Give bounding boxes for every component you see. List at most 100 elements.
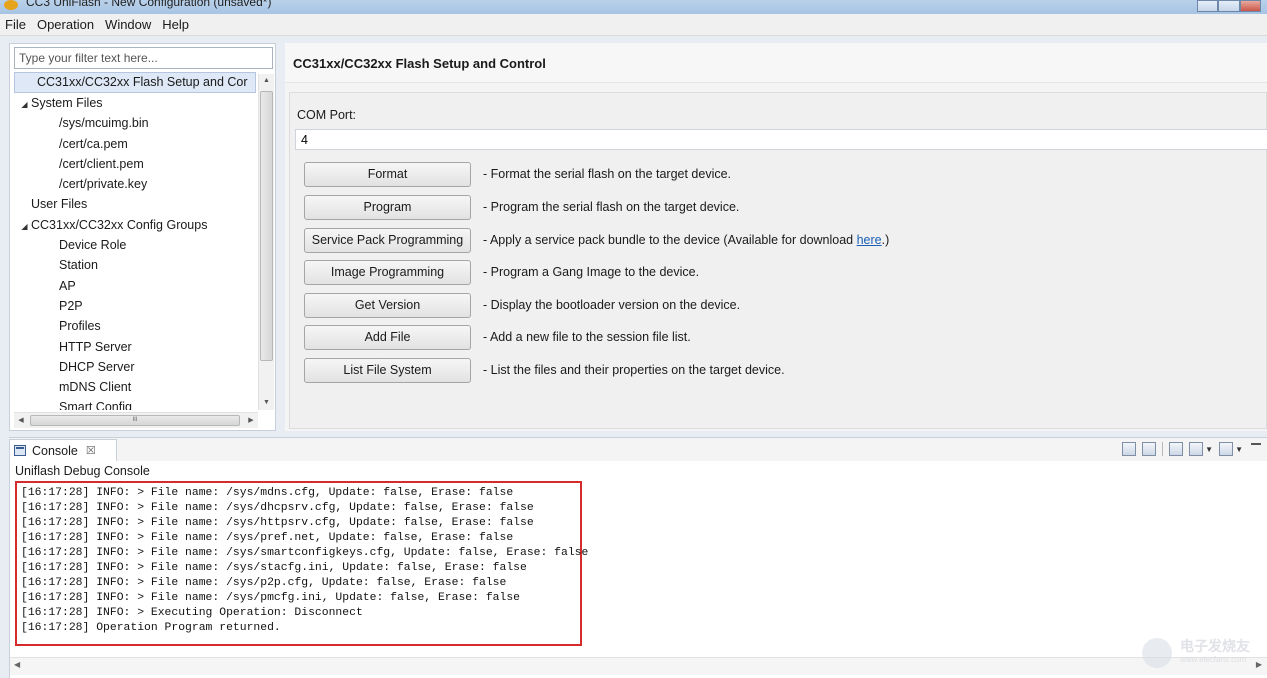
tree-item-mdns-client[interactable]: mDNS Client <box>14 377 256 397</box>
tree-item-flash-setup[interactable]: CC31xx/CC32xx Flash Setup and Cor <box>14 72 256 93</box>
scroll-lock-icon[interactable] <box>1142 442 1157 456</box>
watermark: 电子发烧友 www.elecfans.com <box>1142 636 1262 670</box>
action-row-program: Program - Program the serial flash on th… <box>304 195 1204 220</box>
tree-item-http-server[interactable]: HTTP Server <box>14 337 256 357</box>
tree-horizontal-scrollbar[interactable]: ◀ III ▶ <box>14 412 258 428</box>
action-description: - Program the serial flash on the target… <box>483 200 740 214</box>
action-description: - Program a Gang Image to the device. <box>483 265 700 279</box>
flash-control-group: COM Port: Format - Format the serial fla… <box>289 92 1267 429</box>
tree-item-p2p[interactable]: P2P <box>14 296 256 316</box>
log-line: [16:17:28] INFO: > Executing Operation: … <box>21 607 363 619</box>
tab-console[interactable]: Console ☒ <box>9 439 117 461</box>
page-title: CC31xx/CC32xx Flash Setup and Control <box>293 56 546 71</box>
tree-item-label: System Files <box>31 96 103 110</box>
display-console-icon[interactable] <box>1189 442 1204 456</box>
tree-item-smart-config[interactable]: Smart Config <box>14 397 256 410</box>
tree-item-device-role[interactable]: Device Role <box>14 235 256 255</box>
scroll-down-icon[interactable]: ▼ <box>259 396 274 410</box>
log-line: [16:17:28] INFO: > File name: /sys/p2p.c… <box>21 577 507 589</box>
close-tab-icon[interactable]: ☒ <box>86 444 96 457</box>
tree-item-user-files[interactable]: User Files <box>14 194 256 214</box>
watermark-text: 电子发烧友 <box>1180 638 1250 654</box>
tree-item-private-key[interactable]: /cert/private.key <box>14 174 256 194</box>
expanded-arrow-icon[interactable]: ◢ <box>18 217 31 237</box>
action-row-add-file: Add File - Add a new file to the session… <box>304 325 1204 350</box>
menu-window[interactable]: Window <box>105 17 151 32</box>
action-row-list-file-system: List File System - List the files and th… <box>304 358 1204 383</box>
action-description: - Add a new file to the session file lis… <box>483 330 691 344</box>
menu-operation[interactable]: Operation <box>37 17 94 32</box>
chevron-down-icon[interactable]: ▼ <box>1235 445 1243 454</box>
chevron-down-icon[interactable]: ▼ <box>1205 445 1213 454</box>
action-row-get-version: Get Version - Display the bootloader ver… <box>304 293 1204 318</box>
title-bar: CC3 UniFlash - New Configuration (unsave… <box>0 0 1267 14</box>
close-window-button[interactable] <box>1239 0 1261 12</box>
main-header: CC31xx/CC32xx Flash Setup and Control <box>285 43 1267 83</box>
main-panel: CC31xx/CC32xx Flash Setup and Control CO… <box>285 43 1267 431</box>
tree-vertical-scrollbar[interactable]: ▲ ▼ <box>258 74 274 410</box>
menu-file[interactable]: File <box>5 17 26 32</box>
tree-item-mcuimg[interactable]: /sys/mcuimg.bin <box>14 113 256 133</box>
action-description-text: - Apply a service pack bundle to the dev… <box>483 233 857 247</box>
tree-item-config-groups[interactable]: ◢ CC31xx/CC32xx Config Groups <box>14 215 256 235</box>
console-toolbar: ▼ ▼ <box>1116 442 1261 456</box>
window-title: CC3 UniFlash - New Configuration (unsave… <box>26 0 272 9</box>
tree-item-ca-pem[interactable]: /cert/ca.pem <box>14 134 256 154</box>
download-link[interactable]: here <box>857 233 882 247</box>
watermark-url: www.elecfans.com <box>1180 655 1247 664</box>
maximize-button[interactable] <box>1218 0 1240 12</box>
tree-item-client-pem[interactable]: /cert/client.pem <box>14 154 256 174</box>
format-button[interactable]: Format <box>304 162 471 187</box>
filter-input[interactable] <box>14 47 273 69</box>
clear-console-icon[interactable] <box>1122 442 1137 456</box>
app-icon <box>4 0 18 10</box>
tab-label: Console <box>32 443 78 458</box>
action-description: - Display the bootloader version on the … <box>483 298 741 312</box>
tree-item-label: CC31xx/CC32xx Flash Setup and Cor <box>37 75 248 89</box>
window-controls <box>1197 0 1261 12</box>
action-description: - List the files and their properties on… <box>483 363 785 377</box>
minimize-button[interactable] <box>1197 0 1219 12</box>
action-row-image-programming: Image Programming - Program a Gang Image… <box>304 260 1204 285</box>
action-description: - Apply a service pack bundle to the dev… <box>483 233 889 247</box>
program-button[interactable]: Program <box>304 195 471 220</box>
scroll-right-icon[interactable]: ▶ <box>244 413 258 428</box>
scroll-left-icon[interactable]: ◀ <box>14 413 28 428</box>
tree-item-dhcp-server[interactable]: DHCP Server <box>14 357 256 377</box>
navigation-panel: CC31xx/CC32xx Flash Setup and Cor ◢Syste… <box>9 43 276 431</box>
menu-help[interactable]: Help <box>162 17 189 32</box>
scroll-up-icon[interactable]: ▲ <box>259 74 274 88</box>
image-programming-button[interactable]: Image Programming <box>304 260 471 285</box>
com-port-label: COM Port: <box>297 108 357 122</box>
action-row-service-pack: Service Pack Programming - Apply a servi… <box>304 228 1204 253</box>
minimize-view-icon[interactable] <box>1251 443 1261 445</box>
console-panel: Uniflash Debug Console [16:17:28] INFO: … <box>9 461 1267 678</box>
add-file-button[interactable]: Add File <box>304 325 471 350</box>
pin-console-icon[interactable] <box>1169 442 1184 456</box>
menu-bar: File Operation Window Help <box>0 14 1267 36</box>
log-line: [16:17:28] INFO: > File name: /sys/dhcps… <box>21 502 534 514</box>
list-file-system-button[interactable]: List File System <box>304 358 471 383</box>
log-line: [16:17:28] INFO: > File name: /sys/stacf… <box>21 562 527 574</box>
expanded-arrow-icon[interactable]: ◢ <box>18 95 31 115</box>
tree-item-station[interactable]: Station <box>14 255 256 275</box>
console-tab-bar: Console ☒ ▼ ▼ <box>9 437 1267 461</box>
com-port-input[interactable] <box>295 129 1267 150</box>
tree-item-system-files[interactable]: ◢ System Files <box>14 93 256 113</box>
console-horizontal-scrollbar[interactable]: ◀ ▶ <box>10 657 1267 675</box>
action-row-format: Format - Format the serial flash on the … <box>304 162 1204 187</box>
toolbar-divider <box>1162 442 1164 456</box>
console-output: [16:17:28] INFO: > File name: /sys/mdns.… <box>21 486 588 636</box>
scrollbar-thumb[interactable]: III <box>30 415 240 426</box>
scroll-left-icon[interactable]: ◀ <box>14 660 20 669</box>
get-version-button[interactable]: Get Version <box>304 293 471 318</box>
tree-item-ap[interactable]: AP <box>14 276 256 296</box>
log-line: [16:17:28] INFO: > File name: /sys/pmcfg… <box>21 592 520 604</box>
console-title: Uniflash Debug Console <box>15 464 150 478</box>
service-pack-programming-button[interactable]: Service Pack Programming <box>304 228 471 253</box>
scrollbar-thumb[interactable] <box>260 91 273 361</box>
tree-item-profiles[interactable]: Profiles <box>14 316 256 336</box>
log-line: [16:17:28] Operation Program returned. <box>21 622 281 634</box>
open-console-icon[interactable] <box>1219 442 1234 456</box>
action-description: - Format the serial flash on the target … <box>483 167 732 181</box>
